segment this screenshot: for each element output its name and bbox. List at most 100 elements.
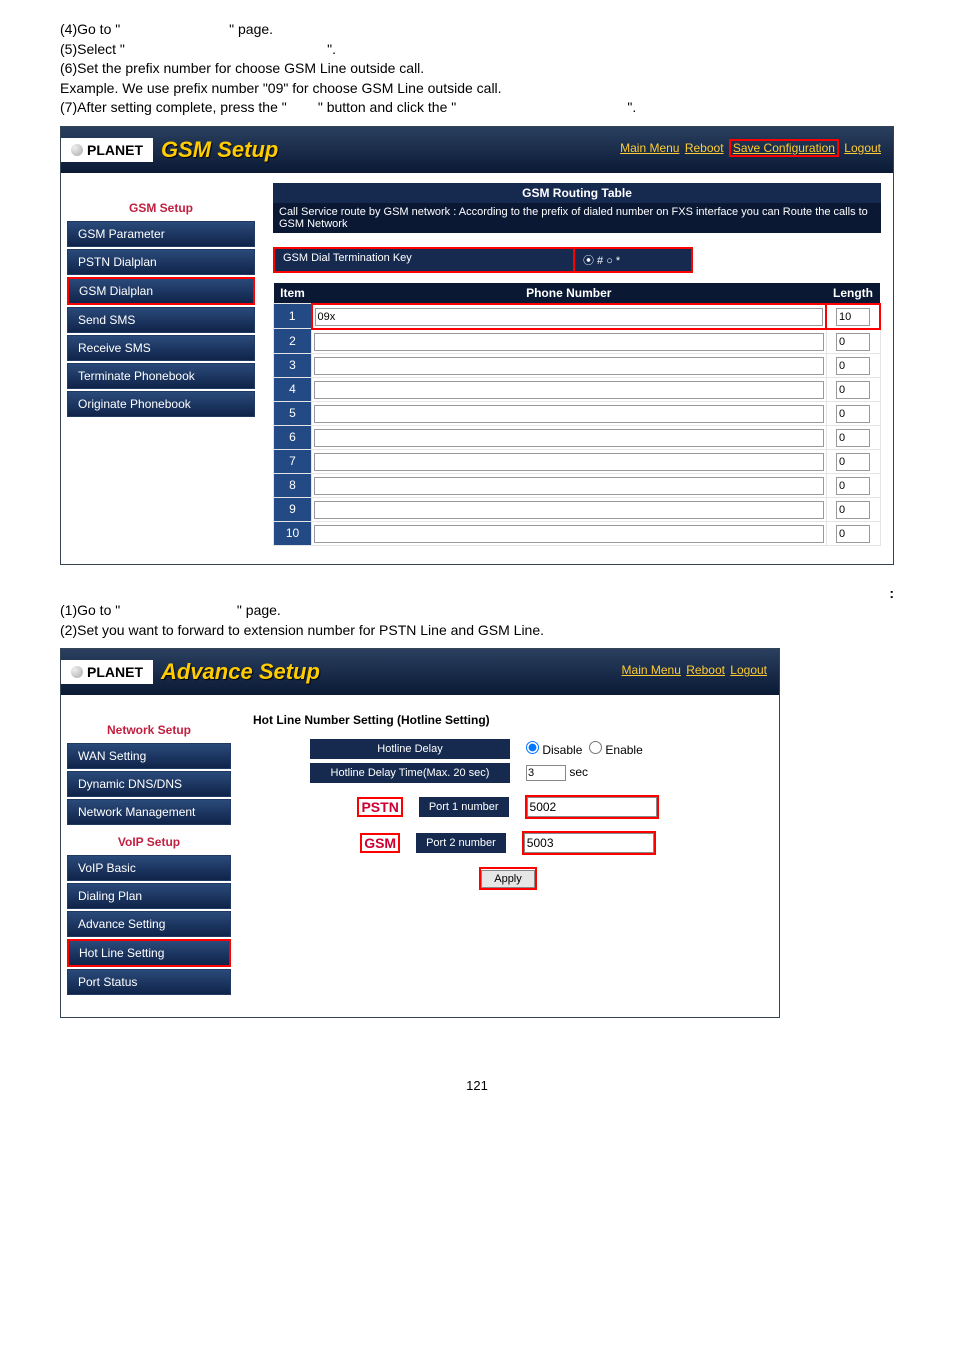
- apply-wrap: Apply: [479, 867, 537, 890]
- gsm-content: GSM Routing Table Call Service route by …: [261, 173, 893, 564]
- header-links: Main Menu Reboot Logout: [620, 663, 767, 677]
- sidebar-item-send-sms[interactable]: Send SMS: [67, 307, 255, 333]
- length-cell: [826, 473, 880, 497]
- link-reboot[interactable]: Reboot: [685, 141, 724, 155]
- link-logout[interactable]: Logout: [730, 663, 767, 677]
- sidebar-item-hot-line-setting[interactable]: Hot Line Setting: [67, 939, 231, 967]
- row-index: 7: [274, 449, 312, 473]
- page-number: 121: [60, 1078, 894, 1093]
- gsm-sidebar: GSM Setup GSM Parameter PSTN Dialplan GS…: [61, 173, 261, 564]
- phone-input[interactable]: [315, 308, 824, 326]
- sidebar-item-gsm-parameter[interactable]: GSM Parameter: [67, 221, 255, 247]
- row-index: 9: [274, 497, 312, 521]
- length-input[interactable]: [836, 333, 870, 351]
- sidebar-title-voip: VoIP Setup: [67, 835, 231, 849]
- hotline-delay-value[interactable]: Disable Enable: [526, 741, 706, 757]
- termination-key-row: GSM Dial Termination Key ⦿ # ○ *: [273, 247, 881, 273]
- app-title: GSM Setup: [161, 137, 278, 163]
- adv-content: Hot Line Number Setting (Hotline Setting…: [237, 695, 779, 1017]
- phone-cell: [312, 304, 827, 329]
- length-input[interactable]: [836, 477, 870, 495]
- phone-input[interactable]: [314, 333, 824, 351]
- phone-input[interactable]: [314, 381, 824, 399]
- row-index: 3: [274, 353, 312, 377]
- length-input[interactable]: [836, 308, 870, 326]
- sidebar-title-network: Network Setup: [67, 723, 231, 737]
- txt: (1)Go to ": [60, 602, 120, 618]
- length-input[interactable]: [836, 405, 870, 423]
- phone-cell: [312, 425, 827, 449]
- sidebar-item-port-status[interactable]: Port Status: [67, 969, 231, 995]
- length-cell: [826, 401, 880, 425]
- length-input[interactable]: [836, 525, 870, 543]
- sidebar-item-originate-phonebook[interactable]: Originate Phonebook: [67, 391, 255, 417]
- phone-input[interactable]: [314, 405, 824, 423]
- port2-wrap: [522, 831, 656, 855]
- txt: ".: [327, 41, 336, 57]
- port2-label: Port 2 number: [416, 833, 506, 853]
- hotline-delay-time-value: sec: [526, 765, 706, 781]
- phone-input[interactable]: [314, 477, 824, 495]
- txt: (7)After setting complete, press the ": [60, 99, 287, 115]
- sidebar-item-network-management[interactable]: Network Management: [67, 799, 231, 825]
- instructions-block-1: (4)Go to " " page. (5)Select " ". (6)Set…: [60, 20, 894, 118]
- phone-cell: [312, 353, 827, 377]
- row-index: 5: [274, 401, 312, 425]
- link-main-menu[interactable]: Main Menu: [622, 663, 681, 677]
- phone-input[interactable]: [314, 357, 824, 375]
- radio-enable-label: Enable: [605, 743, 642, 757]
- radio-disable-label: Disable: [542, 743, 582, 757]
- phone-cell: [312, 521, 827, 545]
- port1-wrap: [525, 795, 659, 819]
- sidebar-item-dynamic-dns[interactable]: Dynamic DNS/DNS: [67, 771, 231, 797]
- txt: ".: [627, 99, 636, 115]
- phone-cell: [312, 401, 827, 425]
- length-cell: [826, 449, 880, 473]
- phone-input[interactable]: [314, 501, 824, 519]
- table-row: 10: [274, 521, 881, 545]
- apply-button[interactable]: Apply: [481, 870, 535, 888]
- phone-input[interactable]: [314, 429, 824, 447]
- link-main-menu[interactable]: Main Menu: [620, 141, 679, 155]
- txt: (2)Set you want to forward to extension …: [60, 621, 894, 641]
- sidebar-item-terminate-phonebook[interactable]: Terminate Phonebook: [67, 363, 255, 389]
- adv-sidebar: Network Setup WAN Setting Dynamic DNS/DN…: [61, 695, 237, 1017]
- row-index: 2: [274, 329, 312, 354]
- table-row: 1: [274, 304, 881, 329]
- sidebar-item-wan-setting[interactable]: WAN Setting: [67, 743, 231, 769]
- radio-disable[interactable]: [526, 741, 539, 754]
- length-cell: [826, 425, 880, 449]
- length-input[interactable]: [836, 429, 870, 447]
- length-input[interactable]: [836, 381, 870, 399]
- port2-input[interactable]: [524, 833, 654, 853]
- length-input[interactable]: [836, 453, 870, 471]
- phone-input[interactable]: [314, 525, 824, 543]
- txt: Example. We use prefix number "09" for c…: [60, 79, 894, 99]
- phone-input[interactable]: [314, 453, 824, 471]
- sidebar-item-dialing-plan[interactable]: Dialing Plan: [67, 883, 231, 909]
- th-item: Item: [274, 283, 312, 304]
- routing-table: Item Phone Number Length 12345678910: [273, 283, 881, 546]
- sidebar-item-advance-setting[interactable]: Advance Setting: [67, 911, 231, 937]
- sidebar-item-gsm-dialplan[interactable]: GSM Dialplan: [67, 277, 255, 305]
- sidebar-item-receive-sms[interactable]: Receive SMS: [67, 335, 255, 361]
- link-save-configuration[interactable]: Save Configuration: [729, 139, 839, 157]
- step-colon: :: [889, 585, 894, 601]
- sidebar-item-voip-basic[interactable]: VoIP Basic: [67, 855, 231, 881]
- port1-input[interactable]: [527, 797, 657, 817]
- globe-icon: [71, 666, 83, 678]
- radio-enable[interactable]: [589, 741, 602, 754]
- txt: " page.: [229, 21, 273, 37]
- sidebar-item-pstn-dialplan[interactable]: PSTN Dialplan: [67, 249, 255, 275]
- link-logout[interactable]: Logout: [844, 141, 881, 155]
- gsm-header: PLANET GSM Setup Main Menu Reboot Save C…: [61, 127, 893, 173]
- txt: (6)Set the prefix number for choose GSM …: [60, 59, 894, 79]
- termination-key-value[interactable]: ⦿ # ○ *: [573, 247, 693, 273]
- length-input[interactable]: [836, 357, 870, 375]
- length-cell: [826, 304, 880, 329]
- length-input[interactable]: [836, 501, 870, 519]
- link-reboot[interactable]: Reboot: [686, 663, 725, 677]
- hotline-delay-time-input[interactable]: [526, 765, 566, 781]
- table-row: 8: [274, 473, 881, 497]
- panel-title: GSM Routing Table: [273, 183, 881, 203]
